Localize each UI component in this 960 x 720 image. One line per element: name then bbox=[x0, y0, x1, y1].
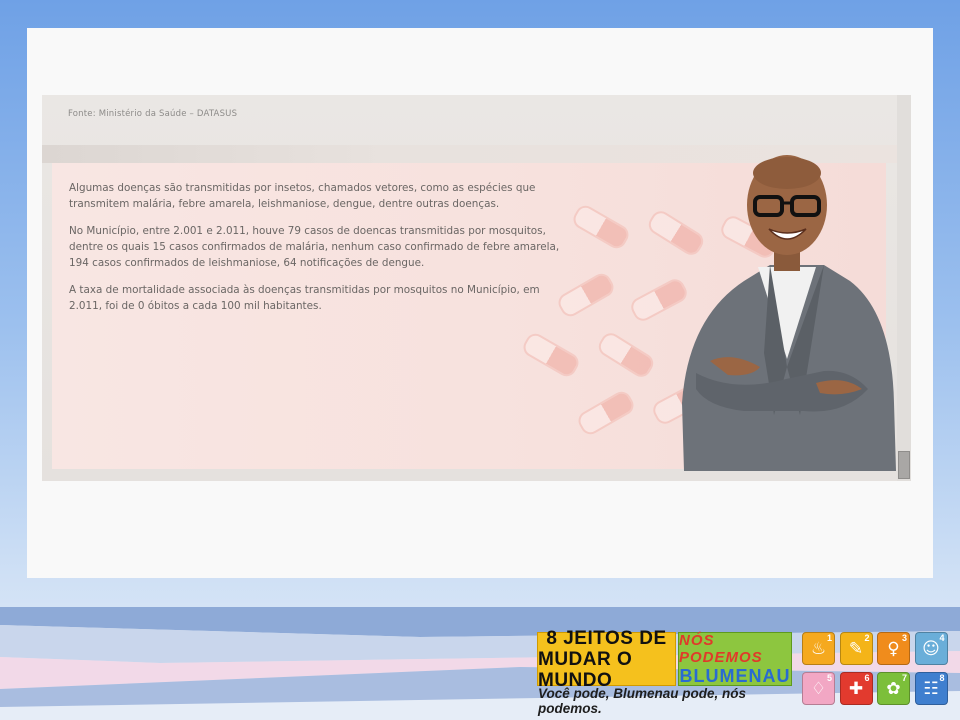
capsule-decoration bbox=[569, 202, 633, 252]
plant-icon: ✿ bbox=[886, 678, 901, 699]
goal-tile-7: ✿ 7 bbox=[877, 672, 910, 705]
goal-tile-2: ✎ 2 bbox=[839, 632, 873, 665]
goal-number: 2 bbox=[864, 633, 870, 643]
paragraph-vectors: Algumas doenças são transmitidas por ins… bbox=[69, 182, 536, 210]
paragraph-cases: No Município, entre 2.001 e 2.011, houve… bbox=[69, 225, 560, 269]
smiling-man-photo bbox=[682, 155, 896, 471]
people-icon: ☷ bbox=[923, 678, 939, 699]
goal-tile-6: ✚ 6 bbox=[839, 672, 873, 705]
goal-tile-8: ☷ 8 bbox=[914, 672, 948, 705]
body-text: Algumas doenças são transmitidas por ins… bbox=[69, 180, 564, 325]
goal-number: 7 bbox=[901, 673, 907, 683]
campaign-line-1: NÓS PODEMOS bbox=[679, 631, 763, 666]
capsule-decoration bbox=[595, 329, 657, 381]
goal-number: 5 bbox=[826, 673, 832, 683]
pencil-icon: ✎ bbox=[848, 638, 864, 659]
paragraph-mortality: A taxa de mortalidade associada às doenç… bbox=[69, 284, 540, 312]
pregnant-woman-icon: ♢ bbox=[810, 678, 827, 699]
female-symbol-icon: ♀ bbox=[887, 638, 900, 659]
nos-podemos-blumenau-logo: NÓS PODEMOS BLUMENAU bbox=[678, 632, 792, 686]
content-panel: Fonte: Ministério da Saúde – DATASUS Alg… bbox=[42, 95, 911, 481]
goal-number: 3 bbox=[901, 633, 907, 643]
goal-tile-3: ♀ 3 bbox=[877, 632, 910, 665]
goal-number: 8 bbox=[939, 673, 945, 683]
goal-number: 1 bbox=[826, 633, 832, 643]
child-icon: ☺ bbox=[922, 638, 940, 659]
bowl-icon: ♨ bbox=[810, 638, 827, 659]
medicine-icon: ✚ bbox=[848, 678, 864, 699]
vertical-scrollbar[interactable] bbox=[897, 95, 911, 481]
capsule-decoration bbox=[519, 330, 583, 380]
source-note: Fonte: Ministério da Saúde – DATASUS bbox=[68, 109, 238, 119]
goal-tile-5: ♢ 5 bbox=[802, 672, 835, 705]
campaign-line-2: BLUMENAU bbox=[679, 665, 791, 686]
capsule-decoration bbox=[574, 388, 638, 438]
campaign-tagline: Você pode, Blumenau pode, nós podemos. bbox=[538, 686, 747, 716]
goal-tile-4: ☺ 4 bbox=[914, 632, 948, 665]
goal-tile-1: ♨ 1 bbox=[802, 632, 835, 665]
logo-line-1: 8 JEITOS DE bbox=[546, 627, 667, 649]
eight-ways-logo: 8 JEITOS DE MUDAR O MUNDO bbox=[537, 628, 676, 691]
goal-number: 4 bbox=[939, 633, 945, 643]
capsule-decoration bbox=[554, 270, 618, 320]
scrollbar-thumb[interactable] bbox=[898, 451, 910, 479]
logo-line-2: MUDAR O MUNDO bbox=[538, 648, 633, 691]
goal-number: 6 bbox=[864, 673, 870, 683]
